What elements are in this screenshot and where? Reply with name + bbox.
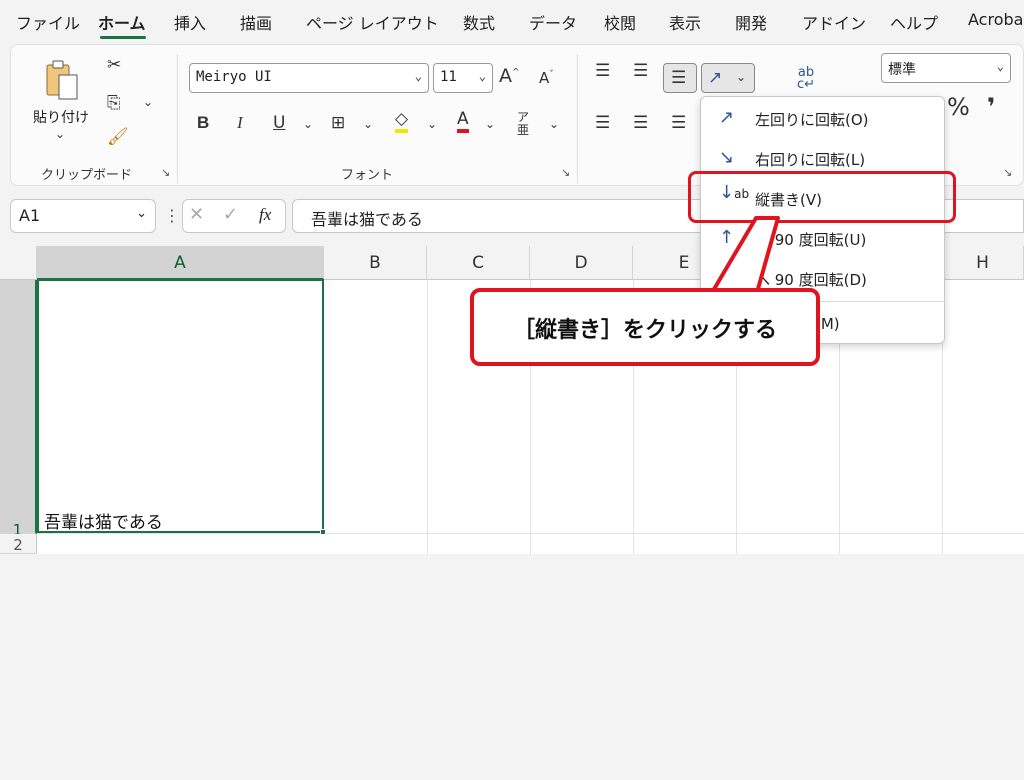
wrap-text-icon[interactable]: ab c↵ [797, 66, 815, 91]
ribbon-tabs: ファイル ホーム 挿入 描画 ページ レイアウト 数式 データ 校閲 表示 開発… [0, 0, 1024, 44]
chevron-down-icon: ⌄ [414, 69, 422, 83]
tab-insert[interactable]: 挿入 [174, 10, 206, 34]
bold-button[interactable]: B [197, 113, 209, 133]
phonetic-dropdown-chevron-icon[interactable]: ⌄ [549, 117, 559, 131]
orientation-button[interactable]: ↗ ⌄ [701, 63, 755, 93]
row-header-1[interactable]: 1 [0, 280, 37, 539]
tab-data[interactable]: データ [529, 10, 577, 34]
increase-font-size-icon[interactable]: A^ [499, 65, 520, 87]
tab-formulas[interactable]: 数式 [463, 10, 495, 34]
name-box[interactable]: A1 ⌄ [10, 199, 156, 233]
group-divider [177, 55, 178, 183]
font-size-value: 11 [440, 69, 457, 85]
menu-item-rotate-ccw[interactable]: ↗ 左回りに回転(O) [701, 99, 946, 139]
clipboard-group-label: クリップボード [41, 168, 133, 183]
top-align-icon[interactable]: ☰ [595, 61, 610, 81]
chevron-down-icon: ⌄ [996, 59, 1004, 73]
font-color-dropdown-chevron-icon[interactable]: ⌄ [485, 117, 495, 131]
enter-check-icon[interactable]: ✓ [223, 204, 238, 225]
number-format-value: 標準 [888, 62, 916, 78]
percent-style-icon[interactable]: % [947, 93, 970, 121]
number-launcher-icon[interactable]: ↘ [1003, 166, 1012, 179]
column-header-a[interactable]: A [37, 246, 324, 280]
instruction-callout: ［縦書き］をクリックする [470, 288, 820, 366]
cut-icon[interactable]: ✂ [107, 55, 121, 75]
align-right-icon[interactable]: ☰ [671, 113, 686, 133]
align-center-icon[interactable]: ☰ [633, 113, 648, 133]
orientation-chevron-icon: ⌄ [736, 70, 747, 84]
tab-developer[interactable]: 開発 [735, 10, 767, 34]
more-options-icon[interactable]: ⋮ [164, 206, 180, 225]
copy-icon[interactable]: ⎘ [107, 93, 121, 113]
tab-file[interactable]: ファイル [16, 10, 80, 34]
cell-a1[interactable] [37, 279, 326, 535]
paste-label[interactable]: 貼り付け [33, 107, 89, 127]
paste-icon[interactable] [41, 59, 85, 103]
rotate-cw-icon: ↘ [719, 147, 735, 168]
cancel-icon[interactable]: ✕ [189, 204, 204, 225]
rotate-ccw-icon: ↗ [719, 107, 735, 128]
format-painter-icon[interactable]: 🖌 [107, 127, 129, 147]
fill-color-dropdown-chevron-icon[interactable]: ⌄ [427, 117, 437, 131]
font-name-value: Meiryo UI [196, 69, 272, 85]
tab-home[interactable]: ホーム [98, 10, 146, 34]
tab-draw[interactable]: 描画 [240, 10, 272, 34]
cell-reference: A1 [19, 206, 41, 225]
chevron-down-icon: ⌄ [136, 206, 147, 221]
tab-review[interactable]: 校閲 [604, 10, 636, 34]
group-divider [577, 55, 578, 183]
font-size-select[interactable]: 11 ⌄ [433, 63, 493, 93]
italic-button[interactable]: I [237, 113, 243, 133]
phonetic-guide-icon[interactable]: ア亜 [517, 111, 529, 137]
font-launcher-icon[interactable]: ↘ [561, 166, 570, 179]
decrease-font-size-icon[interactable]: Aˇ [539, 69, 554, 87]
column-header-b[interactable]: B [324, 246, 427, 280]
select-all-corner[interactable] [0, 246, 37, 280]
gridline [427, 280, 428, 554]
clipboard-launcher-icon[interactable]: ↘ [161, 166, 170, 179]
row-header-2[interactable]: 2 [0, 534, 37, 554]
bottom-align-icon: ☰ [671, 68, 687, 88]
menu-item-label: 左回りに回転(O) [755, 111, 869, 129]
font-color-icon[interactable]: A [457, 109, 469, 133]
font-group-label: フォント [341, 168, 394, 183]
column-header-h[interactable]: H [942, 246, 1024, 280]
column-header-d[interactable]: D [530, 246, 633, 280]
borders-dropdown-chevron-icon[interactable]: ⌄ [363, 117, 373, 131]
tab-view[interactable]: 表示 [669, 10, 701, 34]
underline-dropdown-chevron-icon[interactable]: ⌄ [303, 117, 313, 131]
font-name-select[interactable]: Meiryo UI ⌄ [189, 63, 429, 93]
tab-acrobat[interactable]: Acroba [968, 10, 1023, 29]
tab-addins[interactable]: アドイン [802, 10, 866, 34]
middle-align-icon[interactable]: ☰ [633, 61, 648, 81]
tab-page-layout[interactable]: ページ レイアウト [306, 10, 439, 34]
fill-color-icon[interactable]: ◇ [395, 109, 409, 133]
column-header-c[interactable]: C [427, 246, 530, 280]
tab-help[interactable]: ヘルプ [890, 10, 938, 34]
active-tab-indicator [100, 36, 146, 39]
borders-icon[interactable]: ⊞ [331, 113, 345, 133]
orientation-icon: ↗ [708, 68, 723, 88]
formula-buttons: ✕ ✓ fx [182, 199, 286, 233]
menu-item-label: 右回りに回転(L) [755, 151, 866, 169]
cell-a1-value: 吾輩は猫である [44, 513, 163, 533]
align-left-icon[interactable]: ☰ [595, 113, 610, 133]
callout-text: ［縦書き］をクリックする [512, 318, 777, 343]
fill-handle[interactable] [320, 529, 326, 535]
chevron-down-icon: ⌄ [478, 69, 486, 83]
insert-function-icon[interactable]: fx [259, 205, 271, 225]
bottom-align-button[interactable]: ☰ [663, 63, 697, 93]
number-format-select[interactable]: 標準 ⌄ [881, 53, 1011, 83]
underline-button[interactable]: U [273, 113, 285, 133]
paste-dropdown-chevron-icon[interactable]: ⌄ [55, 127, 65, 141]
copy-dropdown-chevron-icon[interactable]: ⌄ [143, 95, 153, 109]
gridline [37, 533, 1024, 534]
comma-style-icon[interactable]: ❜ [987, 93, 995, 121]
